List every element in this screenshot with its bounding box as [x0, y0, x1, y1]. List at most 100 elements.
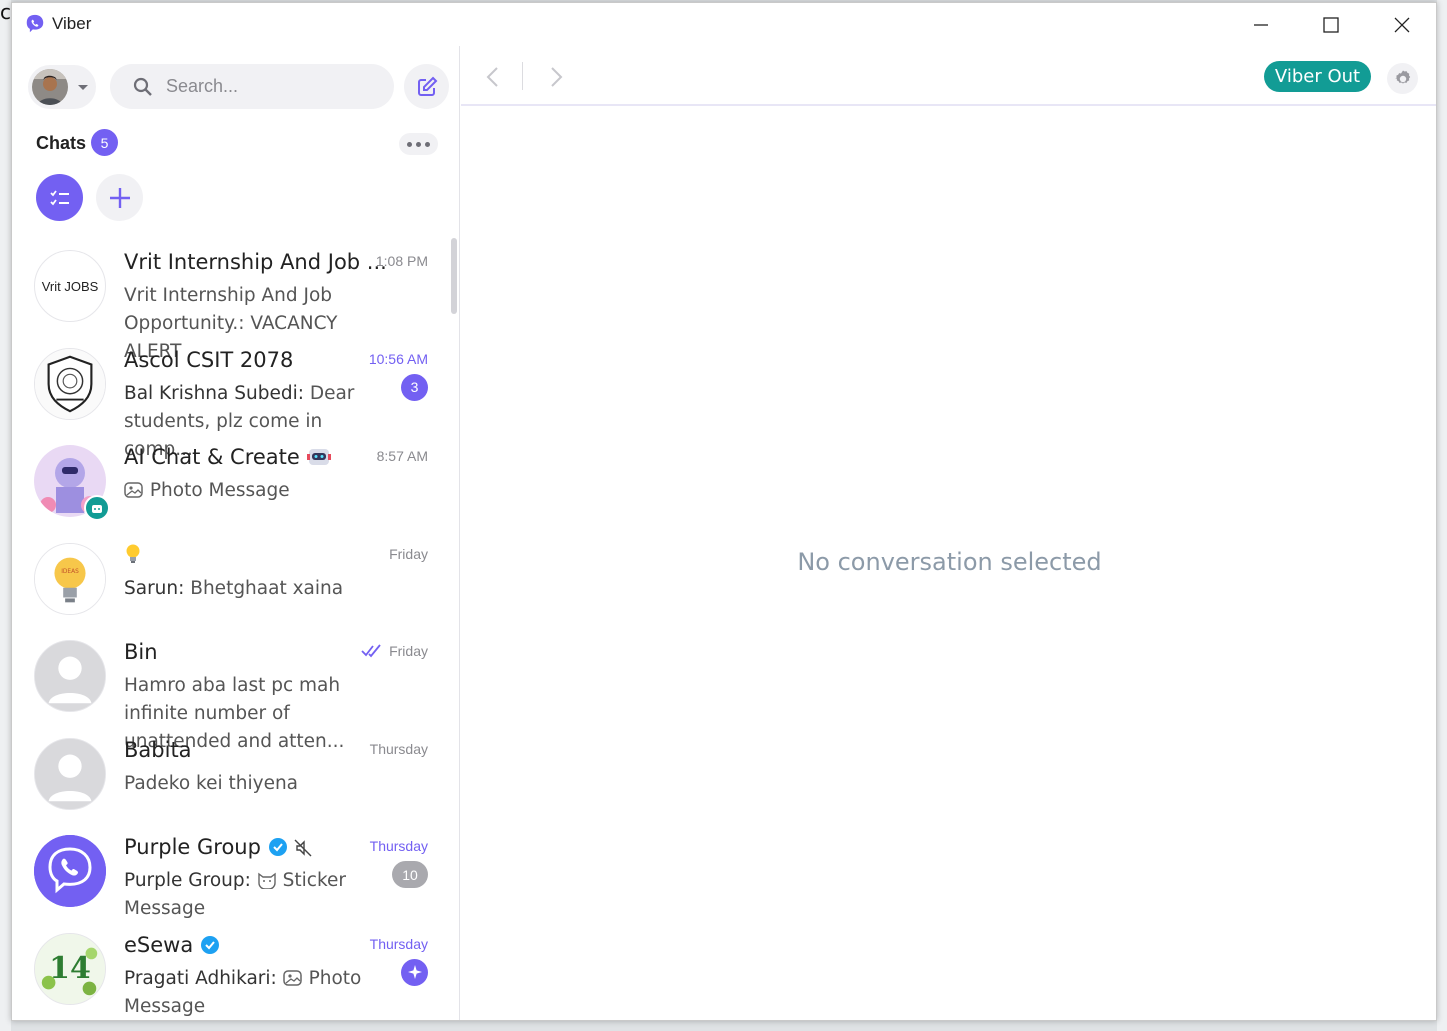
avatar [34, 347, 106, 420]
avatar [34, 737, 106, 810]
search-input[interactable]: Search... [166, 76, 238, 97]
search-bar[interactable]: Search... [110, 64, 394, 109]
chat-name: Ascol CSIT 2078 [124, 347, 294, 372]
profile-menu-button[interactable] [28, 65, 96, 109]
chats-heading: Chats [36, 133, 87, 153]
chat-name: AI Chat & Create [124, 445, 331, 469]
maximize-button[interactable] [1296, 3, 1366, 46]
muted-icon [294, 839, 312, 857]
minimize-icon [1254, 23, 1268, 26]
back-arrow-icon[interactable] [485, 66, 501, 88]
chat-time: Friday [361, 643, 428, 659]
chevron-down-icon [78, 85, 88, 90]
chat-sidebar: Search... Chats 5 Vrit JOBS Vrit Interns… [12, 46, 460, 1021]
avatar [34, 640, 106, 712]
chat-item-babita[interactable]: Babita Thursday Padeko kei thiyena [12, 732, 452, 830]
viber-logo-avatar-icon [34, 835, 106, 907]
chat-preview: Sarun: Bhetghaat xaina [124, 575, 392, 603]
conversation-toolbar: Viber Out [461, 46, 1436, 106]
maximize-icon [1323, 16, 1339, 33]
message-sender: Bal Krishna Subedi: [124, 382, 304, 404]
verified-icon [200, 935, 219, 954]
chat-item-ideas-group[interactable]: IDEAS Friday Sarun: Bhetghaat xaina [12, 537, 452, 635]
message-sender: Pragati Adhikari: [124, 967, 277, 989]
chat-name: Babita [124, 737, 192, 762]
viber-out-button[interactable]: Viber Out [1264, 61, 1371, 92]
default-avatar-icon [35, 641, 105, 711]
viber-logo-icon [26, 14, 44, 33]
message-sender: Sarun: [124, 577, 185, 599]
compose-icon [417, 76, 437, 96]
chat-item-vrit-jobs[interactable]: Vrit JOBS Vrit Internship And Job ... 1:… [12, 244, 452, 362]
close-button[interactable] [1367, 3, 1436, 46]
chat-item-esewa[interactable]: 14 eSewa Thursday Pragati Adhikari: Phot… [12, 927, 452, 1021]
chat-time-text: Friday [389, 643, 428, 659]
message-sender: Purple Group: [124, 870, 251, 891]
chat-time: Thursday [369, 935, 428, 952]
more-options-button[interactable] [399, 133, 438, 155]
background-window [0, 0, 11, 1031]
message-text: Photo Message [149, 480, 290, 501]
empty-state-text: No conversation selected [797, 548, 1102, 576]
app-title: Viber [52, 14, 92, 33]
avatar [34, 445, 110, 521]
crest-icon [35, 348, 105, 419]
chats-count-badge: 5 [91, 129, 118, 156]
conversation-pane: Viber Out No conversation selected [461, 46, 1436, 1020]
gear-icon [1394, 70, 1410, 83]
photo-icon [282, 969, 302, 986]
message-text: Bhetghaat xaina [190, 577, 344, 599]
avatar-logo-text: 14 [49, 951, 91, 986]
chat-time: 10:56 AM [368, 350, 428, 367]
avatar-logo-text: Vrit JOBS [41, 278, 99, 294]
lightbulb-avatar-icon: IDEAS [35, 543, 105, 614]
chat-time: Friday [389, 545, 428, 562]
chat-name-text: Purple Group [124, 835, 261, 859]
chat-name: Bin [124, 640, 158, 664]
chat-filter-button[interactable] [36, 174, 83, 221]
chat-item-purple-group[interactable]: Purple Group Thursday Purple Group: Stic… [12, 829, 452, 927]
avatar: 14 [34, 932, 106, 1005]
chat-item-ascol-csit[interactable]: Ascol CSIT 2078 10:56 AM Bal Krishna Sub… [12, 342, 452, 460]
plus-icon [109, 187, 130, 208]
chat-time: Thursday [369, 838, 428, 854]
close-icon [1394, 17, 1410, 32]
avatar [32, 69, 68, 105]
add-folder-button[interactable] [96, 174, 143, 221]
search-icon [133, 77, 152, 96]
chat-item-bin[interactable]: Bin Friday Hamro aba last pc mah infinit… [12, 634, 452, 752]
chat-name-text: eSewa [124, 932, 194, 957]
double-check-icon [361, 644, 381, 658]
verified-icon [268, 838, 287, 856]
chat-time: Thursday [369, 740, 428, 757]
chat-name: eSewa [124, 933, 220, 957]
bot-badge-icon [84, 495, 110, 521]
lightbulb-emoji-icon [126, 544, 140, 563]
forward-arrow-icon[interactable] [548, 66, 564, 88]
chat-item-ai-chat[interactable]: AI Chat & Create 8:57 AM Photo Message [12, 439, 452, 537]
avatar: IDEAS [34, 542, 106, 615]
robot-emoji-icon [306, 449, 331, 465]
more-icon [407, 141, 412, 147]
photo-icon [124, 482, 143, 498]
chat-name: Vrit Internship And Job ... [124, 250, 387, 274]
viber-window: Viber Search... Chats 5 Vrit JOBS Vrit I… [11, 2, 1437, 1021]
chat-time: 8:57 AM [376, 448, 428, 464]
minimize-button[interactable] [1226, 3, 1296, 46]
new-chat-button[interactable] [404, 64, 449, 109]
chat-preview: Padeko kei thiyena [124, 772, 299, 794]
background-window-right [1437, 0, 1447, 1031]
chat-time: 1:08 PM [375, 253, 428, 269]
default-avatar-icon [35, 738, 105, 809]
chat-name [124, 543, 142, 567]
chat-preview: Pragati Adhikari: Photo Message [124, 965, 392, 1021]
svg-text:IDEAS: IDEAS [61, 569, 79, 575]
checklist-icon [49, 189, 69, 205]
chat-preview: Photo Message [124, 477, 392, 505]
sparkle-badge [401, 958, 428, 986]
nav-divider [522, 62, 523, 90]
settings-button[interactable] [1387, 63, 1418, 94]
chat-list: Vrit JOBS Vrit Internship And Job ... 1:… [12, 244, 452, 1021]
unread-badge: 10 [392, 861, 428, 888]
title-bar: Viber [12, 3, 1436, 46]
